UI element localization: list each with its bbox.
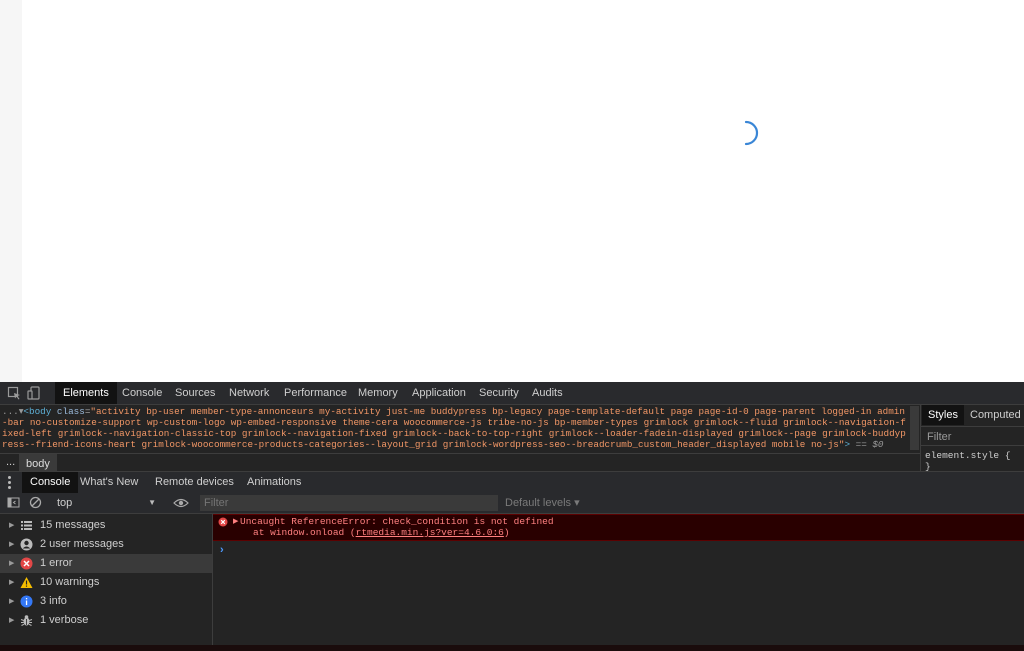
drawer-menu-icon[interactable] [8, 476, 11, 489]
console-error-message[interactable]: ▶ Uncaught ReferenceError: check_conditi… [213, 514, 1024, 541]
sidebar-item-error[interactable]: ▶ 1 error [0, 554, 212, 573]
styles-filter-input[interactable]: Filter [921, 426, 1024, 446]
elements-scrollbar[interactable] [910, 406, 919, 450]
devtools-main-toolbar: Elements Console Sources Network Performance… [0, 382, 1024, 405]
rule-selector: element.style { [925, 450, 1011, 461]
user-icon [20, 538, 33, 551]
expand-arrow-icon[interactable]: ▶ [9, 554, 14, 573]
error-icon [218, 517, 228, 527]
loading-spinner-icon [744, 120, 759, 146]
sidebar-item-label: 15 messages [40, 519, 106, 531]
tab-network[interactable]: Network [221, 382, 277, 404]
expand-arrow-icon[interactable]: ▶ [9, 611, 14, 630]
drawer-tab-bar: Console What's New Remote devices Animation… [0, 471, 1024, 494]
clear-console-icon[interactable] [29, 496, 42, 509]
drawer-tab-remote-devices[interactable]: Remote devices [147, 472, 242, 493]
tag-open: <body [23, 406, 52, 417]
inspect-element-icon[interactable] [7, 386, 21, 400]
info-icon [20, 595, 33, 608]
selected-marker: == $0 [850, 439, 884, 450]
devtools-panel: Elements Console Sources Network Performance… [0, 382, 1024, 651]
drawer-tab-animations[interactable]: Animations [239, 472, 309, 493]
chevron-down-icon: ▼ [148, 498, 156, 507]
expand-arrow-icon[interactable]: ▶ [9, 535, 14, 554]
bottom-edge [0, 645, 1024, 651]
styles-sidebar: Styles Computed Filter element.style { } [920, 405, 1024, 474]
stack-suffix: ) [503, 527, 510, 538]
styles-tab-computed[interactable]: Computed [964, 405, 1024, 425]
expand-arrow-icon[interactable]: ▶ [9, 592, 14, 611]
sidebar-item-list[interactable]: ▶ 15 messages [0, 516, 212, 535]
expand-arrow-icon[interactable]: ▶ [233, 517, 238, 526]
expand-arrow-icon[interactable]: ▶ [9, 516, 14, 535]
breadcrumb-more[interactable]: ... [6, 457, 15, 468]
sidebar-item-bug[interactable]: ▶ 1 verbose [0, 611, 212, 630]
tab-sources[interactable]: Sources [167, 382, 223, 404]
source-link[interactable]: rtmedia.min.js?ver=4.6.0:6 [356, 527, 504, 538]
sidebar-item-label: 2 user messages [40, 538, 124, 550]
drawer-tab-what-s-new[interactable]: What's New [72, 472, 146, 493]
node-ellipsis: ... [2, 406, 19, 417]
drawer-tab-console[interactable]: Console [22, 472, 79, 493]
sidebar-item-label: 3 info [40, 595, 67, 607]
console-filter-input[interactable] [200, 495, 498, 511]
warning-icon [20, 576, 33, 589]
sidebar-item-label: 10 warnings [40, 576, 100, 588]
console-toolbar: top ▼ Default levels ▾ [0, 493, 1024, 514]
sidebar-item-label: 1 error [40, 557, 73, 569]
console-prompt-input[interactable]: › [220, 544, 224, 556]
tab-console[interactable]: Console [114, 382, 170, 404]
bug-icon [20, 614, 33, 627]
console-sidebar: ▶ 15 messages ▶ 2 user messages ▶ 1 error ▶ 10 … [0, 514, 213, 645]
context-value: top [57, 497, 73, 509]
element-style-rule: element.style { } [925, 450, 1011, 472]
tab-memory[interactable]: Memory [350, 382, 406, 404]
eye-icon[interactable] [173, 497, 189, 509]
class-value: "activity bp-user member-type-annonceurs… [2, 406, 906, 450]
error-icon [20, 557, 33, 570]
tab-application[interactable]: Application [404, 382, 474, 404]
console-messages: ▶ Uncaught ReferenceError: check_conditi… [213, 514, 1024, 645]
styles-tab-styles[interactable]: Styles [922, 405, 964, 425]
elements-dom-tree[interactable]: ...▾<body class="activity bp-user member… [0, 405, 920, 474]
dom-node-body[interactable]: ...▾<body class="activity bp-user member… [2, 406, 908, 450]
tab-elements[interactable]: Elements [55, 382, 117, 404]
expand-arrow-icon[interactable]: ▶ [9, 573, 14, 592]
attr-name: class [56, 406, 85, 417]
error-text: Uncaught ReferenceError: check_condition… [240, 516, 554, 527]
tab-security[interactable]: Security [471, 382, 527, 404]
stack-prefix: at window.onload ( [253, 527, 356, 538]
sidebar-item-info[interactable]: ▶ 3 info [0, 592, 212, 611]
tab-performance[interactable]: Performance [276, 382, 355, 404]
show-sidebar-icon[interactable] [7, 496, 20, 509]
sidebar-item-warning[interactable]: ▶ 10 warnings [0, 573, 212, 592]
context-selector[interactable]: top ▼ [52, 493, 160, 513]
default-levels-dropdown[interactable]: Default levels ▾ [505, 493, 580, 513]
web-page-viewport [0, 0, 1024, 382]
sidebar-item-label: 1 verbose [40, 614, 89, 626]
error-stack: at window.onload (rtmedia.min.js?ver=4.6… [253, 527, 510, 538]
device-toolbar-icon[interactable] [27, 386, 41, 400]
sidebar-item-user[interactable]: ▶ 2 user messages [0, 535, 212, 554]
tab-audits[interactable]: Audits [524, 382, 571, 404]
page-left-strip [0, 0, 22, 382]
list-icon [20, 519, 33, 532]
